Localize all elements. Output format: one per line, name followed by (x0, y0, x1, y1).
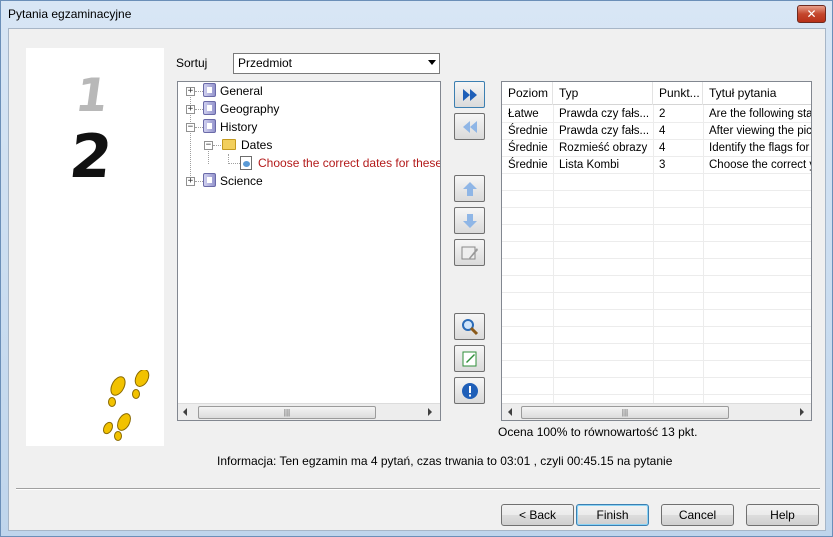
title-cell: After viewing the pictu (709, 125, 812, 137)
tree-node-science[interactable]: + Science (178, 172, 438, 190)
points-cell: 3 (659, 159, 666, 171)
category-icon (203, 83, 216, 97)
tree-node-history[interactable]: − History (178, 118, 438, 136)
info-icon (462, 383, 478, 399)
points-cell: 2 (659, 108, 666, 120)
notepad-icon (462, 351, 477, 367)
table-row[interactable]: Średnie Prawda czy fałs... 4 After viewi… (502, 123, 812, 140)
chevron-down-icon[interactable] (428, 60, 436, 65)
info-button[interactable] (454, 377, 485, 404)
tree-node-general[interactable]: + General (178, 82, 438, 100)
grid-horizontal-scrollbar[interactable]: ||| (502, 403, 811, 420)
add-all-button[interactable] (454, 81, 485, 108)
level-cell: Łatwe (508, 108, 539, 120)
table-row[interactable]: Łatwe Prawda czy fałs... 2 Are the follo… (502, 106, 812, 123)
tree-node-label: Choose the correct dates for these fa (258, 156, 441, 170)
expand-icon[interactable]: + (186, 177, 195, 186)
sort-dropdown[interactable]: Przedmiot (233, 53, 440, 74)
edit-question-button[interactable] (454, 239, 485, 266)
category-icon (203, 101, 216, 115)
type-cell: Prawda czy fałs... (559, 108, 650, 120)
tree-node-label: Dates (241, 138, 273, 152)
step-one-indicator: 1 (72, 68, 112, 122)
level-cell: Średnie (508, 125, 548, 137)
scroll-right-icon[interactable] (800, 408, 804, 416)
points-cell: 4 (659, 142, 666, 154)
move-up-button[interactable] (454, 175, 485, 202)
title-cell: Are the following state (709, 108, 812, 120)
tree-node-label: Geography (220, 102, 280, 116)
remove-all-button[interactable] (454, 113, 485, 140)
sort-label: Sortuj (176, 56, 208, 70)
notes-button[interactable] (454, 345, 485, 372)
question-tree[interactable]: + General + Geography − History − Dates … (177, 81, 441, 421)
column-header-points[interactable]: Punkt... (653, 82, 703, 105)
level-cell: Średnie (508, 142, 548, 154)
category-icon (203, 173, 216, 187)
window-title: Pytania egzaminacyjne (8, 7, 132, 21)
points-cell: 4 (659, 125, 666, 137)
wizard-step-panel: 1 2 (26, 48, 164, 446)
dialog-window: Pytania egzaminacyjne ✕ 1 2 Sortuj Przed… (0, 0, 833, 537)
exam-info: Informacja: Ten egzamin ma 4 pytań, czas… (217, 454, 673, 468)
move-down-button[interactable] (454, 207, 485, 234)
collapse-icon[interactable]: − (204, 141, 213, 150)
type-cell: Rozmieść obrazy (559, 142, 648, 154)
dialog-client-area: 1 2 Sortuj Przedmiot + General + Geograp… (8, 28, 826, 531)
remove-all-icon (463, 121, 477, 133)
scroll-thumb[interactable]: ||| (521, 406, 729, 419)
divider (16, 488, 820, 490)
grid-header: Poziom Typ Punkt... Tytuł pytania (502, 82, 811, 105)
arrow-down-icon (463, 214, 477, 228)
title-cell: Identify the flags for e (709, 142, 812, 154)
arrow-up-icon (463, 182, 477, 196)
sort-dropdown-value: Przedmiot (238, 56, 293, 70)
tree-node-label: General (220, 84, 263, 98)
close-button[interactable]: ✕ (797, 5, 826, 23)
tree-horizontal-scrollbar[interactable]: ||| (178, 403, 440, 420)
add-all-icon (463, 89, 477, 101)
magnifier-icon (462, 319, 479, 336)
category-icon (203, 119, 216, 133)
footprints-icon (102, 370, 150, 441)
question-icon (240, 156, 252, 170)
type-cell: Prawda czy fałs... (559, 125, 650, 137)
table-row[interactable]: Średnie Rozmieść obrazy 4 Identify the f… (502, 140, 812, 157)
expand-icon[interactable]: + (186, 87, 195, 96)
edit-question-icon (461, 246, 478, 260)
column-header-level[interactable]: Poziom (502, 82, 553, 105)
collapse-icon[interactable]: − (186, 123, 195, 132)
tree-node-label: Science (220, 174, 263, 188)
title-bar[interactable]: Pytania egzaminacyjne ✕ (1, 1, 832, 28)
scroll-right-icon[interactable] (428, 408, 432, 416)
score-info: Ocena 100% to równowartość 13 pkt. (498, 425, 698, 439)
scroll-thumb[interactable]: ||| (198, 406, 376, 419)
level-cell: Średnie (508, 159, 548, 171)
table-row[interactable]: Średnie Lista Kombi 3 Choose the correct… (502, 157, 812, 174)
scroll-left-icon[interactable] (508, 408, 512, 416)
help-button[interactable]: Help (746, 504, 819, 526)
folder-icon (222, 139, 236, 150)
selected-questions-grid[interactable]: Poziom Typ Punkt... Tytuł pytania Łatwe … (501, 81, 812, 421)
tree-node-label: History (220, 120, 258, 134)
scroll-left-icon[interactable] (183, 408, 187, 416)
back-button[interactable]: < Back (501, 504, 574, 526)
column-header-title[interactable]: Tytuł pytania (703, 82, 811, 105)
tree-node-question[interactable]: Choose the correct dates for these fa (178, 154, 440, 172)
tree-node-geography[interactable]: + Geography (178, 100, 438, 118)
tree-node-dates[interactable]: − Dates (178, 136, 438, 154)
preview-button[interactable] (454, 313, 485, 340)
expand-icon[interactable]: + (186, 105, 195, 114)
step-two-indicator: 2 (66, 122, 116, 192)
title-cell: Choose the correct ye (709, 159, 812, 171)
finish-button[interactable]: Finish (576, 504, 649, 526)
column-header-type[interactable]: Typ (553, 82, 653, 105)
cancel-button[interactable]: Cancel (661, 504, 734, 526)
type-cell: Lista Kombi (559, 159, 620, 171)
